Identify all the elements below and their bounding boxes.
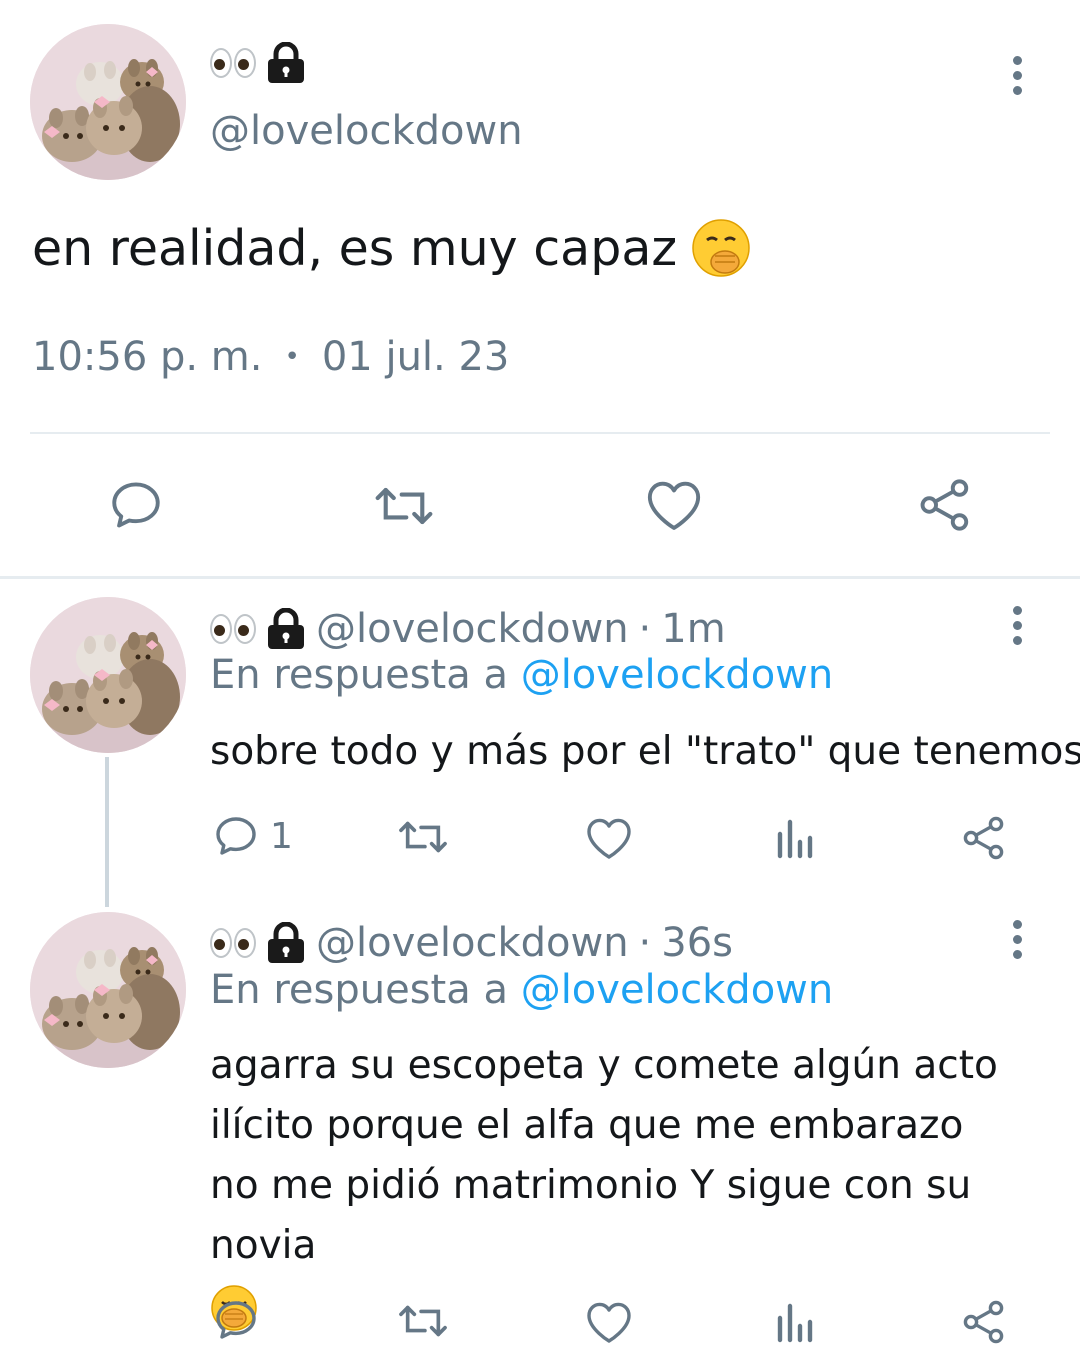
thread-connector (105, 757, 109, 907)
timestamp: 10:56 p. m. • 01 jul. 23 (32, 334, 509, 380)
tweet-age: 1m (661, 606, 726, 652)
reply-button[interactable] (107, 476, 165, 534)
share-button[interactable] (960, 814, 1008, 862)
section-divider (0, 576, 1080, 579)
reply-icon (112, 482, 160, 528)
tweet-age: 36s (661, 920, 734, 966)
separator: · (638, 606, 652, 652)
more-options-icon[interactable] (1007, 56, 1027, 100)
heart-icon (647, 481, 701, 530)
retweet-button[interactable] (396, 814, 450, 860)
heart-icon (587, 818, 631, 859)
reply-context: En respuesta a @lovelockdown (210, 652, 833, 698)
like-button[interactable] (645, 478, 703, 532)
share-icon (920, 479, 969, 531)
reply-button[interactable] (212, 1296, 260, 1344)
heart-icon (587, 1302, 631, 1343)
reply-icon (216, 1301, 256, 1339)
reply-icon (216, 817, 256, 855)
analytics-icon (777, 1303, 813, 1343)
eyes-emoji-icon (210, 928, 256, 958)
reply-text-content: agarra su escopeta y comete algún acto i… (210, 1043, 998, 1268)
reply-button[interactable]: 1 (212, 812, 293, 860)
retweet-icon (399, 1305, 447, 1337)
eyes-emoji-icon (210, 48, 256, 78)
separator: · (638, 920, 652, 966)
shushing-face-emoji-icon (691, 218, 751, 278)
user-handle[interactable]: @lovelockdown (316, 606, 629, 652)
divider (30, 432, 1050, 434)
mention-link[interactable]: @lovelockdown (521, 967, 834, 1013)
like-button[interactable] (585, 1300, 633, 1344)
reply-context: En respuesta a @lovelockdown (210, 967, 833, 1013)
user-handle[interactable]: @lovelockdown (316, 920, 629, 966)
lock-icon (266, 608, 306, 650)
reply-prefix: En respuesta a (210, 652, 508, 698)
lock-icon (266, 922, 306, 964)
retweet-button[interactable] (396, 1298, 450, 1344)
mention-link[interactable]: @lovelockdown (521, 652, 834, 698)
tweet-date: 01 jul. 23 (321, 334, 510, 380)
tweet-text: en realidad, es muy capaz (32, 218, 751, 278)
lock-icon (266, 42, 306, 84)
share-icon (963, 816, 1004, 860)
display-name (210, 42, 306, 84)
share-button[interactable] (960, 1298, 1008, 1346)
tweet-time: 10:56 p. m. (32, 334, 263, 380)
analytics-button[interactable] (774, 816, 818, 860)
retweet-icon (375, 487, 433, 525)
more-options-icon[interactable] (1007, 606, 1027, 650)
reply-text: agarra su escopeta y comete algún acto i… (210, 1036, 1000, 1336)
like-button[interactable] (585, 816, 633, 860)
reply-text: sobre todo y más por el "trato" que tene… (210, 729, 1080, 774)
reply-header: @lovelockdown · 1m (210, 606, 726, 652)
reply-header: @lovelockdown · 36s (210, 920, 733, 966)
retweet-icon (399, 821, 447, 853)
avatar[interactable] (30, 912, 186, 1068)
analytics-icon (777, 819, 813, 859)
separator: • (284, 342, 300, 372)
reply-prefix: En respuesta a (210, 967, 508, 1013)
avatar[interactable] (30, 597, 186, 753)
avatar[interactable] (30, 24, 186, 180)
share-button[interactable] (916, 476, 974, 534)
reply-count: 1 (270, 815, 293, 857)
more-options-icon[interactable] (1007, 920, 1027, 964)
tweet-text-content: en realidad, es muy capaz (32, 219, 678, 277)
share-icon (963, 1300, 1004, 1344)
retweet-button[interactable] (372, 478, 436, 534)
user-handle[interactable]: @lovelockdown (210, 108, 523, 154)
analytics-button[interactable] (774, 1300, 818, 1344)
eyes-emoji-icon (210, 614, 256, 644)
